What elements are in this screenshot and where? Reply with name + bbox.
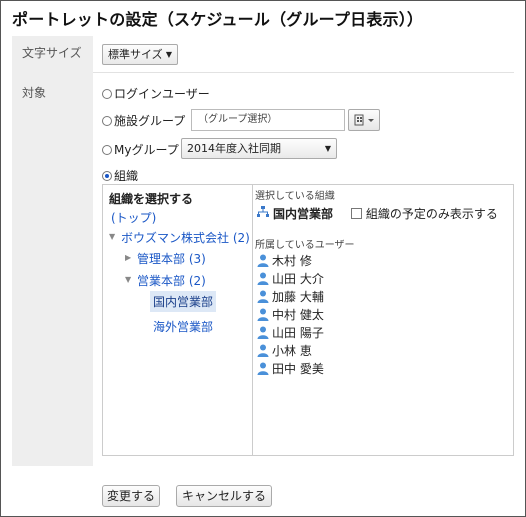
radio-organization-label: 組織 [114,169,139,183]
selected-org-panel: 選択している組織 国内営業部 組織の予定のみ表示する 所属しているユーザー 木村… [253,185,513,455]
member-name: 山田 大介 [272,272,324,286]
org-node-sales-dept[interactable]: 営業本部 (2) [137,272,206,289]
my-group-select[interactable]: 2014年度入社同期 ▼ [181,138,337,159]
facility-group-field[interactable]: （グループ選択） [191,109,345,131]
radio-facility-group-indicator [102,115,112,126]
expanded-triangle-icon[interactable]: ▼ [109,232,115,241]
radio-my-group-label: Myグループ [114,143,179,157]
member-item[interactable]: 加藤 大輔 [257,288,324,305]
font-size-selected-value: 標準サイズ [108,48,163,61]
org-node-domestic-sales[interactable]: 国内営業部 [150,291,217,312]
selected-org-heading: 選択している組織 [255,191,335,202]
only-org-schedule-label: 組織の予定のみ表示する [365,207,498,221]
selected-org-name: 国内営業部 [273,207,334,221]
my-group-selected-value: 2014年度入社同期 [187,142,281,155]
org-node-overseas-sales[interactable]: 海外営業部 [153,318,213,335]
member-item[interactable]: 中村 健太 [257,306,324,323]
member-item[interactable]: 田中 愛美 [257,360,324,377]
chevron-down-icon: ▼ [165,50,172,59]
only-org-schedule-checkbox[interactable]: 組織の予定のみ表示する [351,205,498,222]
org-node-admin-dept[interactable]: 管理本部 (3) [137,250,206,267]
member-name: 加藤 大輔 [272,290,324,304]
font-size-select[interactable]: 標準サイズ ▼ [102,44,178,65]
member-item[interactable]: 小林 恵 [257,342,312,359]
member-item[interactable]: 山田 大介 [257,270,324,287]
member-name: 小林 恵 [272,344,312,358]
radio-organization[interactable]: 組織 [102,167,138,184]
expanded-triangle-icon[interactable]: ▼ [125,275,131,284]
radio-my-group[interactable]: Myグループ [102,141,179,158]
target-label: 対象 [22,86,47,100]
facility-group-picker-button[interactable] [348,109,380,131]
radio-login-user-label: ログインユーザー [114,87,210,101]
radio-facility-group[interactable]: 施設グループ [102,112,185,129]
member-item[interactable]: 山田 陽子 [257,324,324,341]
only-org-schedule-checkbox-box [351,208,362,219]
radio-organization-indicator [102,170,112,181]
user-icon [257,362,269,375]
page-title: ポートレットの設定（スケジュール（グループ日表示）） [12,10,424,29]
font-size-label: 文字サイズ [22,46,82,60]
member-name: 木村 修 [272,254,312,268]
user-icon [257,254,269,267]
member-name: 中村 健太 [272,308,324,322]
radio-login-user-indicator [102,88,112,99]
org-tree-top-link[interactable]: (トップ) [111,209,156,226]
user-icon [257,308,269,321]
facility-icon [354,114,374,126]
cancel-button[interactable]: キャンセルする [176,485,272,507]
user-icon [257,290,269,303]
user-icon [257,326,269,339]
radio-login-user[interactable]: ログインユーザー [102,85,210,102]
user-icon [257,272,269,285]
org-tree-panel: 組織を選択する (トップ) ▼ ボウズマン株式会社 (2) ▶ 管理本部 (3)… [103,185,253,455]
collapsed-triangle-icon[interactable]: ▶ [125,253,131,262]
member-name: 山田 陽子 [272,326,324,340]
org-tree-heading: 組織を選択する [109,192,194,206]
organization-picker: 組織を選択する (トップ) ▼ ボウズマン株式会社 (2) ▶ 管理本部 (3)… [102,184,514,456]
organization-icon [257,206,269,217]
user-icon [257,344,269,357]
save-button[interactable]: 変更する [102,485,160,507]
radio-my-group-indicator [102,144,112,155]
member-item[interactable]: 木村 修 [257,252,312,269]
members-heading: 所属しているユーザー [255,240,355,251]
radio-facility-group-label: 施設グループ [114,114,186,128]
row-separator [93,72,514,73]
member-name: 田中 愛美 [272,362,324,376]
org-node-company[interactable]: ボウズマン株式会社 (2) [121,229,250,246]
chevron-down-icon: ▼ [324,144,331,153]
